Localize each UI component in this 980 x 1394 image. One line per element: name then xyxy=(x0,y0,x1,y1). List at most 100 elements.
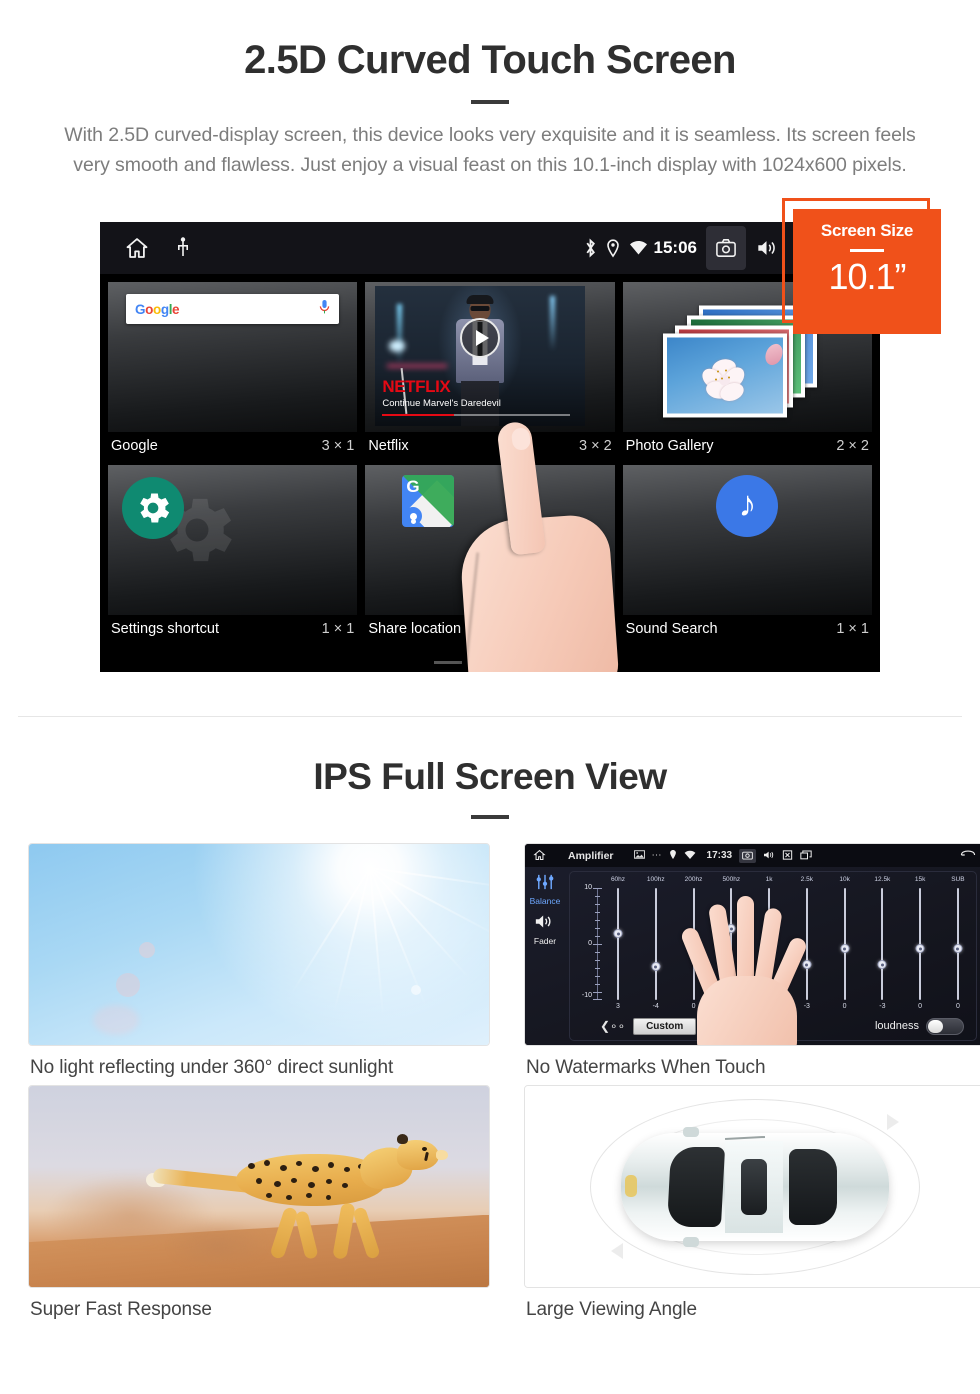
netflix-thumbnail: NETFLIX Continue Marvel's Daredevil xyxy=(375,286,586,426)
widget-preview-settings[interactable] xyxy=(108,465,358,615)
eq-band-label: 12.5k xyxy=(874,876,891,883)
page-dot-3[interactable] xyxy=(518,661,546,664)
photo-card-blossom xyxy=(663,333,788,418)
mic-icon[interactable] xyxy=(319,299,330,320)
cheetah-image-frame xyxy=(28,1085,490,1288)
loudness-label: loudness xyxy=(874,1020,919,1032)
widget-label-share-location: Share location xyxy=(368,621,462,637)
widget-preview-netflix[interactable]: NETFLIX Continue Marvel's Daredevil xyxy=(365,282,615,432)
volume-icon[interactable] xyxy=(746,222,786,274)
balance-icon[interactable] xyxy=(535,874,555,894)
amp-close-box-icon[interactable] xyxy=(782,849,793,862)
bluetooth-icon xyxy=(584,238,597,258)
balance-label[interactable]: Balance xyxy=(525,896,565,906)
fader-label[interactable]: Fader xyxy=(525,936,565,946)
amplifier-screenshot: Amplifier ⋯ 17:33 Balance Fader 60hz 100… xyxy=(525,844,980,1045)
music-note-icon xyxy=(716,475,779,537)
page-indicator xyxy=(100,661,880,664)
eq-slider[interactable] xyxy=(868,888,896,1000)
widget-label-settings: Settings shortcut xyxy=(111,621,219,637)
section1-subtitle: With 2.5D curved-display screen, this de… xyxy=(64,124,916,176)
title-underline xyxy=(471,100,509,104)
section2-title-underline xyxy=(471,815,509,819)
netflix-progress-bar xyxy=(382,413,571,416)
location-icon xyxy=(606,238,620,258)
open-hand-overlay xyxy=(675,884,810,1045)
screen-size-badge-rule xyxy=(850,249,884,252)
widget-size-sound-search: 1 × 1 xyxy=(836,621,869,637)
amp-location-icon xyxy=(669,849,677,862)
street-light-right xyxy=(550,296,556,351)
eq-value: -3 xyxy=(879,1003,886,1010)
usb-icon xyxy=(176,237,190,259)
amp-recents-icon[interactable] xyxy=(800,850,812,862)
screen-size-badge-title: Screen Size xyxy=(820,221,914,240)
widget-google[interactable]: Google Google 3 × 1 xyxy=(108,282,358,459)
widget-preview-sound-search[interactable] xyxy=(622,465,872,615)
axis-label-mid: 0 xyxy=(588,940,592,947)
device-screenshot: 15:06 Google Google 3 × 1 NETFLIX Contin… xyxy=(100,222,880,672)
eq-value: 0 xyxy=(918,1003,923,1010)
ips-grid-row-2: Super Fast Response Large Viewing Angle xyxy=(28,1085,980,1321)
amp-home-icon[interactable] xyxy=(533,849,546,863)
caption-sunlight: No light reflecting under 360° direct su… xyxy=(30,1057,394,1078)
eq-band-label: 200hz xyxy=(684,876,703,883)
orbit-arrow-down xyxy=(611,1243,623,1259)
curved-screen-section: 2.5D Curved Touch Screen With 2.5D curve… xyxy=(0,0,980,717)
widget-label-sound-search: Sound Search xyxy=(625,621,718,637)
ips-cell-fast-response: Super Fast Response xyxy=(28,1085,490,1321)
loudness-toggle[interactable] xyxy=(926,1017,964,1035)
eq-value: 0 xyxy=(842,1003,847,1010)
home-icon[interactable] xyxy=(124,236,150,260)
amp-back-icon[interactable] xyxy=(959,849,977,862)
eq-slider[interactable] xyxy=(906,888,934,1000)
widget-preview-share-location[interactable]: G xyxy=(365,465,615,615)
google-logo: Google xyxy=(135,301,180,317)
widget-size-google: 3 × 1 xyxy=(321,438,355,454)
widget-sound-search[interactable]: Sound Search 1 × 1 xyxy=(622,465,872,642)
eq-slider[interactable] xyxy=(831,888,859,1000)
netflix-continue-text: Continue Marvel's Daredevil xyxy=(382,398,501,409)
amplifier-status-bar: Amplifier ⋯ 17:33 xyxy=(525,844,980,867)
screen-size-badge: Screen Size 10.1” xyxy=(793,209,941,334)
eq-value: 0 xyxy=(955,1003,960,1010)
widget-netflix[interactable]: NETFLIX Continue Marvel's Daredevil Netf… xyxy=(365,282,615,459)
eq-band-label: 500hz xyxy=(722,876,741,883)
amplifier-title: Amplifier xyxy=(568,849,614,862)
play-icon[interactable] xyxy=(460,318,501,358)
amp-volume-icon[interactable] xyxy=(763,850,775,862)
widget-settings-shortcut[interactable]: Settings shortcut 1 × 1 xyxy=(108,465,358,642)
widget-size-share-location: 1 × 1 xyxy=(579,621,612,637)
eq-value: 3 xyxy=(616,1003,620,1010)
widget-label-google: Google xyxy=(111,438,158,454)
axis-label-bottom: -10 xyxy=(581,992,592,999)
camera-icon[interactable] xyxy=(706,226,746,270)
section2-title: IPS Full Screen View xyxy=(313,756,667,797)
street-light-left xyxy=(397,304,403,364)
status-clock: 15:06 xyxy=(653,238,697,257)
widget-size-netflix: 3 × 2 xyxy=(579,438,612,454)
widget-share-location[interactable]: G Share location 1 × 1 xyxy=(365,465,615,642)
widget-preview-google[interactable]: Google xyxy=(108,282,358,432)
orbit-arrow-up xyxy=(887,1114,899,1130)
amp-more-icon: ⋯ xyxy=(651,850,662,861)
eq-slider[interactable] xyxy=(944,888,972,1000)
fader-icon[interactable] xyxy=(525,913,565,935)
widget-label-photo-gallery: Photo Gallery xyxy=(625,438,714,454)
google-search-bar[interactable]: Google xyxy=(126,294,340,324)
caption-viewing-angle: Large Viewing Angle xyxy=(526,1299,697,1320)
amp-wifi-icon xyxy=(684,850,696,862)
amplifier-clock: 17:33 xyxy=(706,850,733,861)
eq-slider[interactable] xyxy=(642,888,670,1000)
eq-band-label: 60hz xyxy=(610,876,626,883)
widget-size-settings: 1 × 1 xyxy=(321,621,355,637)
amp-camera-icon[interactable] xyxy=(739,848,757,863)
prev-preset-icon[interactable]: ❮∘∘ xyxy=(600,1019,625,1033)
page-dot-1[interactable] xyxy=(434,661,462,664)
eq-band-label: SUB xyxy=(951,876,965,883)
axis-label-top: 10 xyxy=(584,884,592,891)
eq-value: -4 xyxy=(652,1003,659,1010)
widget-label-netflix: Netflix xyxy=(368,438,409,454)
eq-slider[interactable] xyxy=(604,888,632,1000)
page-dot-2[interactable] xyxy=(476,661,504,664)
